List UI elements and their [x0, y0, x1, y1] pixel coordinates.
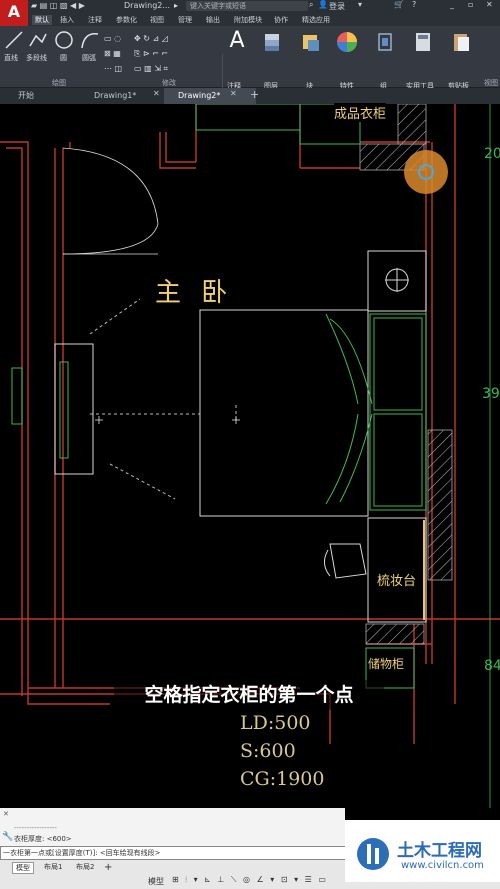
layout-tab-model[interactable]: 模型 — [12, 862, 34, 874]
wall-hatch-top-2 — [397, 103, 427, 145]
view-panel-label[interactable]: 视图 — [484, 78, 498, 88]
dimension-text-3: 84 — [484, 658, 500, 674]
doc-tab-drawing1[interactable]: Drawing1* — [80, 88, 176, 104]
tab-insert[interactable]: 插入 — [60, 15, 74, 25]
tv-screen — [59, 361, 69, 459]
circle-tool-label[interactable]: 圆 — [60, 53, 67, 63]
restore-icon[interactable]: ▫ — [468, 0, 473, 9]
command-prompt: 一衣柜第一点或[设置厚度(T)]: <回车绘现有线段> — [3, 849, 161, 857]
wrench-icon[interactable]: 🔧 — [2, 832, 13, 842]
left-wall-cabinet — [11, 367, 23, 425]
tab-parametric[interactable]: 参数化 — [116, 15, 137, 25]
doc-tab-drawing2[interactable]: Drawing2* — [164, 88, 256, 104]
close-command-icon[interactable]: ✕ — [3, 810, 9, 818]
ribbon: 直线 多段线 圆 圆弧 ▭ ◌ ⊠ ▦ ⋯ ◫ ✥ ↻ ⊿ ◿ ⎘ ⊳ ⌐ ⌐ ▭ ▥ … — [0, 26, 500, 104]
modify-panel-label[interactable]: 修改 — [162, 78, 176, 88]
tab-manage[interactable]: 管理 — [178, 15, 192, 25]
storage-label: 储物柜 — [368, 657, 405, 671]
param-ld: LD:500 — [240, 712, 311, 734]
line-tool-label[interactable]: 直线 — [4, 53, 18, 63]
bed — [199, 309, 427, 517]
vanity-chair — [329, 543, 367, 579]
quick-access-icons[interactable]: ▰ ▤ ◫ ▧ ◀ ▶ — [31, 1, 85, 10]
video-subtitle: 空格指定衣柜的第一个点 — [114, 680, 384, 710]
share-icon[interactable]: ▸ — [174, 1, 178, 10]
snap-cursor — [404, 150, 448, 194]
crosshair-small — [95, 416, 240, 424]
status-toggles-icon[interactable]: ⊞ ⦙ ▾ ⊾ ⊥ ⟍ ◎ ∠ ▾ ⊡ ▾ ☰ ▭ — [172, 875, 328, 885]
wall-hatch-right — [427, 429, 453, 581]
guide-lines — [89, 298, 237, 500]
annotation-icon[interactable]: A — [226, 30, 248, 52]
close-tab-icon[interactable]: ✕ — [153, 89, 160, 98]
param-s: S:600 — [240, 740, 296, 762]
room-label: 主 卧 — [155, 278, 234, 308]
draw-panel-label[interactable]: 绘图 — [52, 78, 66, 88]
tab-addins[interactable]: 附加模块 — [234, 15, 262, 25]
watermark-url: www.civilcn.com — [401, 860, 484, 871]
tab-featured[interactable]: 精选应用 — [302, 15, 330, 25]
user-icon[interactable]: 👤 — [318, 0, 328, 9]
login-link[interactable]: 登录 — [329, 1, 345, 12]
group-icon[interactable] — [374, 31, 396, 53]
watermark-name: 土木工程网 — [397, 841, 482, 861]
tab-output[interactable]: 输出 — [206, 15, 220, 25]
search-icon[interactable]: ⌕ — [309, 0, 313, 10]
tab-default[interactable]: 默认 — [32, 15, 52, 25]
autocad-logo[interactable]: A — [0, 0, 28, 28]
draw-small-tools-icon[interactable]: ▭ ◌ ⊠ ▦ ⋯ ◫ — [104, 31, 122, 76]
document-title: Drawing2... — [124, 1, 170, 10]
title-bar: ▰ ▤ ◫ ▧ ◀ ▶ Drawing2... ▸ 键入关键字或短语 ⌕ 👤 登… — [0, 0, 500, 13]
model-space-toggle[interactable]: 模型 — [148, 876, 164, 887]
line-icon[interactable] — [4, 30, 24, 50]
document-tabs: 开始 Drawing1* ✕ Drawing2* ✕ + — [0, 88, 500, 104]
circle-icon[interactable] — [54, 30, 74, 50]
clipboard-icon[interactable] — [450, 31, 472, 53]
utilities-icon[interactable] — [412, 31, 434, 53]
polyline-tool-label[interactable]: 多段线 — [26, 53, 47, 63]
dimension-text-1: 20 — [484, 146, 500, 162]
doc-tab-start[interactable]: 开始 — [4, 88, 88, 104]
new-tab-icon[interactable]: + — [250, 88, 259, 101]
ribbon-tabs: 默认 插入 注释 参数化 视图 管理 输出 附加模块 协作 精选应用 — [28, 13, 500, 26]
close-icon[interactable]: ✕ — [486, 0, 493, 9]
vanity-chair-back — [324, 549, 331, 577]
properties-icon[interactable] — [336, 31, 358, 53]
add-layout-icon[interactable]: + — [104, 862, 112, 873]
dropdown-icon[interactable]: ▾ — [358, 0, 362, 9]
block-icon[interactable] — [300, 31, 322, 53]
command-input[interactable]: 一衣柜第一点或[设置厚度(T)]: <回车绘现有线段> — [0, 846, 347, 860]
wall-hatch-bottom — [365, 623, 425, 645]
modify-tools-icon[interactable]: ✥ ↻ ⊿ ◿ ⎘ ⊳ ⌐ ⌐ ▭ ▥ ⇲ ⌗ — [134, 31, 168, 76]
watermark: 土木工程网 www.civilcn.com — [345, 820, 500, 882]
param-cg: CG:1900 — [240, 768, 325, 790]
polyline-icon[interactable] — [28, 30, 48, 50]
command-history-dashes: ----------------- — [14, 824, 57, 832]
arc-tool-label[interactable]: 圆弧 — [82, 53, 96, 63]
wardrobe-label: 成品衣柜 — [334, 103, 387, 122]
layout-tab-1[interactable]: 布局1 — [44, 862, 62, 872]
command-history-line: 衣柜厚度: <600> — [14, 835, 72, 843]
arc-icon[interactable] — [80, 30, 100, 50]
layout-tab-2[interactable]: 布局2 — [76, 862, 94, 872]
search-input[interactable]: 键入关键字或短语 — [186, 1, 308, 11]
tab-annotate[interactable]: 注释 — [88, 15, 102, 25]
tv-console — [54, 343, 94, 475]
minimize-icon[interactable]: _ — [450, 0, 454, 9]
watermark-logo — [357, 838, 389, 870]
door-swing — [62, 147, 159, 255]
close-tab-icon-active[interactable]: ✕ — [230, 89, 237, 98]
layers-icon[interactable] — [262, 31, 284, 53]
tab-view[interactable]: 视图 — [150, 15, 164, 25]
walls — [0, 104, 500, 744]
dimension-text-2: 39 — [482, 386, 500, 402]
tab-collaborate[interactable]: 协作 — [274, 15, 288, 25]
help-icon[interactable]: ? — [412, 0, 416, 9]
vanity-label: 梳妆台 — [377, 574, 417, 589]
cart-icon[interactable]: 🛒 — [394, 0, 404, 9]
